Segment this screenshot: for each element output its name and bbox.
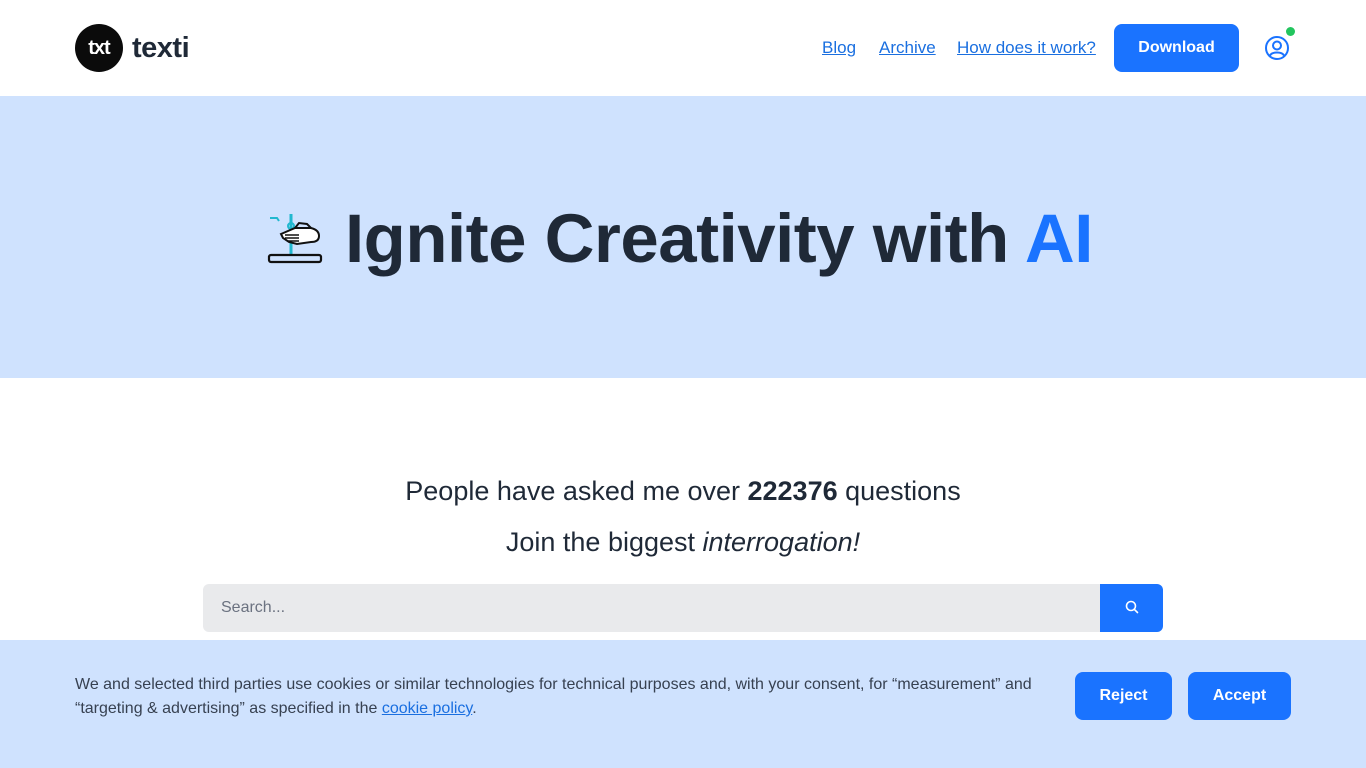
logo-text: texti — [132, 31, 190, 64]
cookie-text-end: . — [472, 700, 477, 717]
hand-on-lever-icon — [265, 208, 327, 270]
cookie-message: We and selected third parties use cookie… — [75, 676, 1032, 717]
hero-section: Ignite Creativity with AI — [0, 96, 1366, 378]
search-bar — [203, 584, 1163, 632]
search-button[interactable] — [1100, 584, 1163, 632]
questions-count: 222376 — [747, 476, 838, 506]
cookie-policy-link[interactable]: cookie policy — [382, 700, 472, 717]
stats-prefix: People have asked me over — [405, 476, 748, 506]
search-input[interactable] — [203, 584, 1100, 632]
join-tagline: Join the biggest interrogation! — [0, 527, 1366, 558]
hero-title-main: Ignite Creativity with — [345, 200, 1025, 277]
online-status-dot — [1286, 27, 1295, 36]
hero-heading-row: Ignite Creativity with AI — [265, 204, 1093, 273]
cookie-text: We and selected third parties use cookie… — [75, 673, 1065, 721]
questions-stats: People have asked me over 222376 questio… — [0, 476, 1366, 507]
nav-blog-link[interactable]: Blog — [822, 38, 856, 58]
nav-archive-link[interactable]: Archive — [879, 38, 936, 58]
hero-title-accent: AI — [1024, 200, 1094, 277]
logo-link[interactable]: txt texti — [75, 24, 190, 72]
site-header: txt texti Blog Archive How does it work?… — [0, 0, 1366, 96]
cookie-banner: We and selected third parties use cookie… — [0, 640, 1366, 768]
download-button[interactable]: Download — [1114, 24, 1239, 72]
accept-cookies-button[interactable]: Accept — [1188, 672, 1291, 720]
nav-how-it-works-link[interactable]: How does it work? — [957, 38, 1096, 58]
user-circle-icon[interactable] — [1264, 35, 1290, 61]
join-prefix: Join the biggest — [505, 527, 703, 557]
search-icon — [1125, 600, 1139, 617]
stats-suffix: questions — [837, 476, 961, 506]
logo-mark: txt — [75, 24, 123, 72]
hero-title: Ignite Creativity with AI — [345, 204, 1093, 273]
join-emphasis: interrogation! — [702, 527, 861, 557]
reject-cookies-button[interactable]: Reject — [1075, 672, 1172, 720]
